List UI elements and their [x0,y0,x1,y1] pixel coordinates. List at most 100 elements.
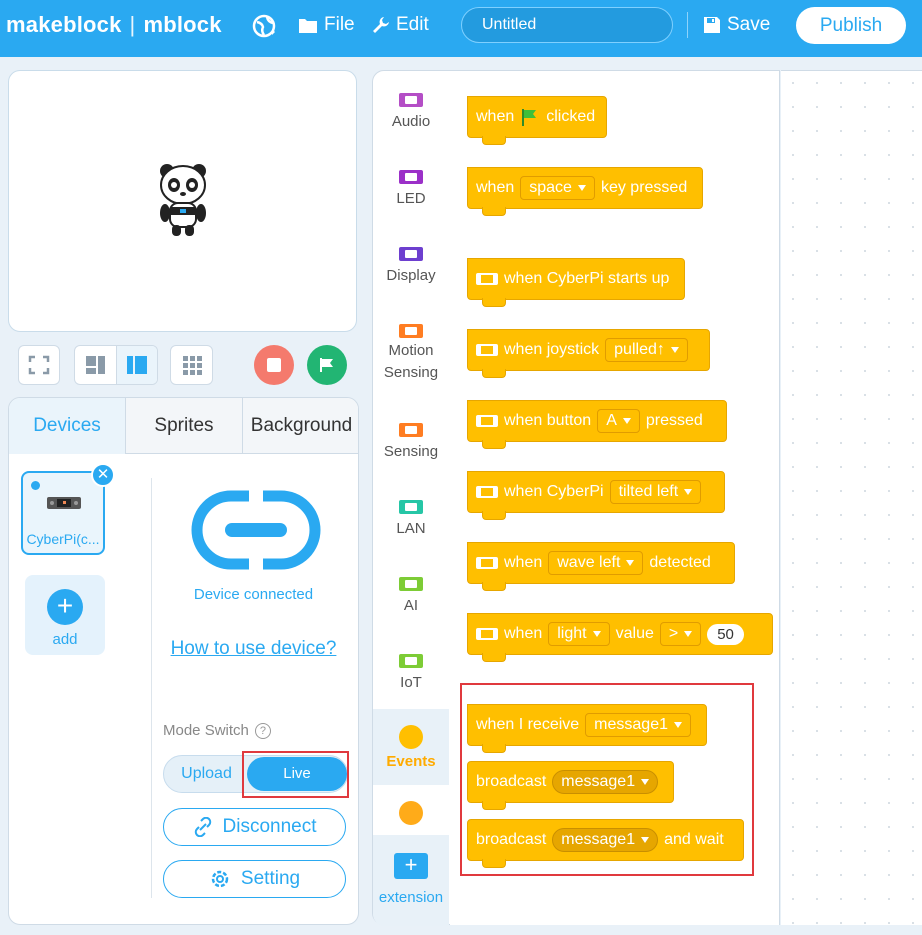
save-button[interactable]: Save [703,14,770,36]
block-categories: Audio LED Display Motion Sensing Sensing… [372,70,450,926]
motion-sensing-icon [399,324,423,338]
panel-tabs: Devices Sprites Background [9,398,358,454]
setting-button[interactable]: Setting [163,860,346,898]
grid-view-button[interactable] [170,345,213,385]
block-when-key-pressed[interactable]: when space key pressed [467,155,703,216]
block-when-joystick[interactable]: when joystick pulled↑ [467,317,710,378]
device-name: CyberPi(c... [26,531,100,547]
tab-background[interactable]: Background [242,398,358,454]
live-highlight [242,751,349,798]
logo-brand: makeblock [6,12,122,37]
dropdown-value: wave left [557,554,621,571]
block-when-button-pressed[interactable]: when button A pressed [467,388,727,449]
cyberpi-icon [476,486,498,498]
block-when-wave-detected[interactable]: when wave left detected [467,530,735,591]
joystick-dropdown[interactable]: pulled↑ [605,338,688,362]
language-globe-icon[interactable] [252,13,278,44]
control-dot-icon [399,801,423,825]
chevron-down-icon [622,418,631,424]
grid-icon [183,356,202,375]
category-label: Events [386,753,436,770]
category-sensing[interactable]: Sensing [373,423,449,460]
block-when-cyberpi-tilted[interactable]: when CyberPi tilted left [467,459,725,520]
block-when-flag-clicked[interactable]: when clicked [467,84,607,145]
category-audio[interactable]: Audio [373,93,449,130]
operator-dropdown[interactable]: > [659,622,702,646]
sensor-dropdown[interactable]: light [548,622,610,646]
block-text: when [504,625,543,642]
publish-button[interactable]: Publish [796,7,906,44]
tab-sprites[interactable]: Sprites [125,398,242,454]
green-flag-icon [522,109,537,126]
block-text: when CyberPi [504,483,604,500]
stage-size-toggle [74,345,158,385]
extension-button[interactable]: + extension [373,835,449,926]
dropdown-value: tilted left [618,483,679,500]
logo[interactable]: makeblock | mblock [6,12,222,38]
chevron-down-icon [626,560,635,566]
category-label: Display [386,267,436,284]
button-dropdown[interactable]: A [597,409,640,433]
stage[interactable] [8,70,357,332]
disconnect-link-icon [194,817,211,837]
logo-product: mblock [143,12,222,37]
file-menu[interactable]: File [298,14,355,36]
add-label: add [52,631,78,648]
category-led[interactable]: LED [373,170,449,207]
led-icon [399,170,423,184]
block-text: when [476,108,515,125]
category-control[interactable] [373,801,449,825]
category-label: LAN [396,520,426,537]
edit-label: Edit [396,14,429,35]
project-title-input[interactable] [461,7,673,43]
tab-devices[interactable]: Devices [9,398,125,454]
category-display[interactable]: Display [373,247,449,284]
category-label: LED [396,190,426,207]
disconnect-button[interactable]: Disconnect [163,808,346,846]
green-flag-button[interactable] [307,345,347,385]
dropdown-value: space [529,179,572,196]
help-icon[interactable]: ? [254,722,271,739]
remove-device-button[interactable]: ✕ [91,463,115,487]
category-iot[interactable]: IoT [373,654,449,691]
device-card-cyberpi[interactable]: ✕ CyberPi(c... [21,463,115,555]
stop-icon [267,358,281,372]
large-stage-button[interactable] [116,346,157,384]
mode-upload-option[interactable]: Upload [164,756,249,792]
block-when-cyberpi-starts-up[interactable]: when CyberPi starts up [467,246,685,307]
lan-icon [399,500,423,514]
selected-dot [31,481,40,490]
small-stage-button[interactable] [75,346,116,384]
category-lan[interactable]: LAN [373,500,449,537]
script-workspace[interactable] [781,70,922,925]
edit-menu[interactable]: Edit [372,14,429,36]
cyberpi-icon [476,557,498,569]
stop-button[interactable] [254,345,294,385]
close-icon: ✕ [96,466,110,483]
tilt-dropdown[interactable]: tilted left [609,480,702,504]
category-ai[interactable]: AI [373,577,449,614]
logo-separator: | [129,12,136,37]
panda-sprite[interactable] [155,161,211,244]
block-text: detected [649,554,711,571]
threshold-input[interactable]: 50 [707,623,744,645]
cyberpi-icon [476,628,498,640]
wave-dropdown[interactable]: wave left [548,551,644,575]
save-label: Save [727,14,771,35]
category-motion-sensing[interactable]: Motion Sensing [373,324,449,384]
chevron-down-icon [684,489,693,495]
key-dropdown[interactable]: space [520,176,595,200]
category-label: extension [378,889,444,906]
how-to-use-link[interactable]: How to use device? [161,638,346,660]
category-events[interactable]: Events [373,709,449,785]
category-label: Motion Sensing [383,342,439,381]
audio-icon [399,93,423,107]
block-text: when button [504,412,592,429]
fullscreen-button[interactable] [18,345,60,385]
mode-switch-label: Mode Switch ? [163,722,271,739]
add-device-button[interactable]: + add [25,575,105,655]
gear-icon [211,870,229,888]
chevron-down-icon [670,347,679,353]
block-when-light-value[interactable]: when light value > 50 [467,601,773,662]
cyberpi-device-icon [47,497,81,509]
